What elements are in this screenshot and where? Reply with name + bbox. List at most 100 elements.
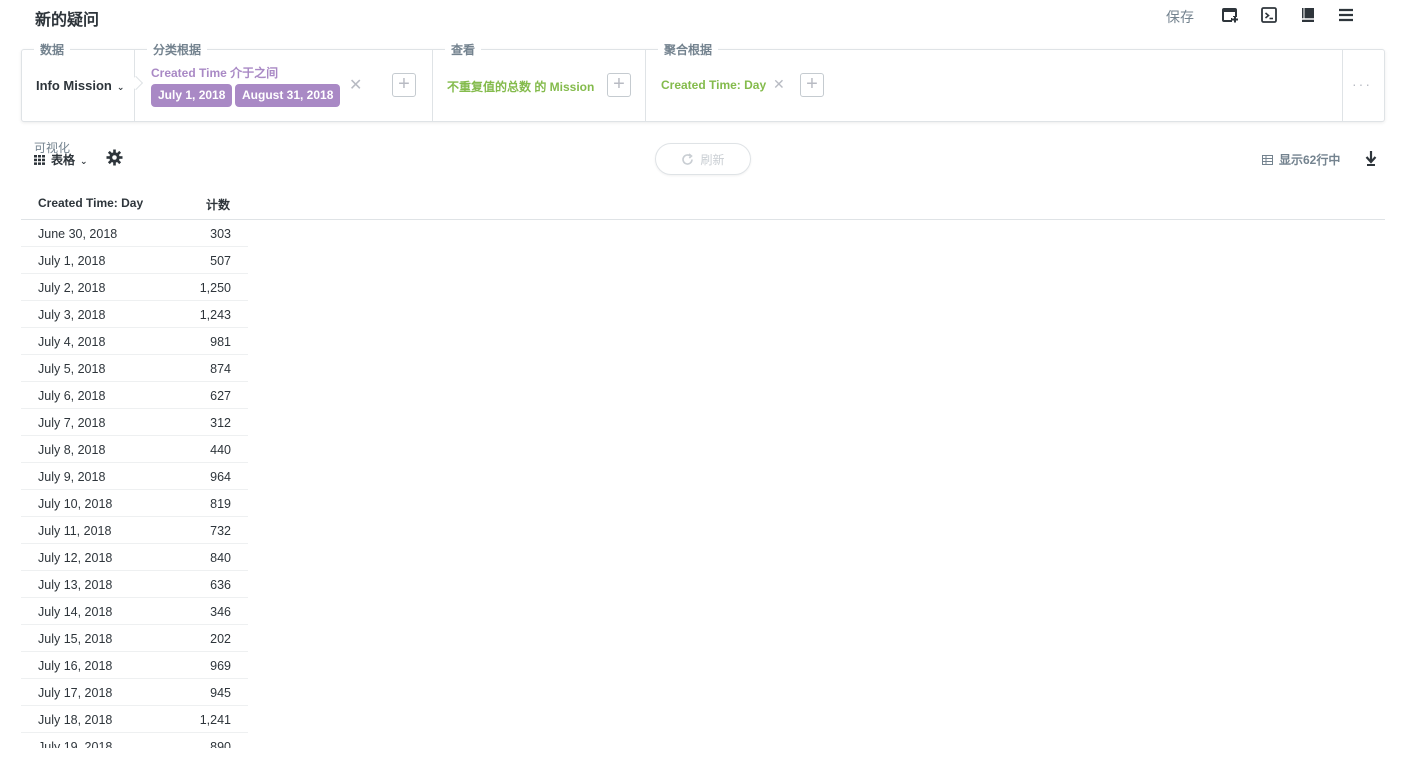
cell-date[interactable]: July 9, 2018 xyxy=(38,470,105,484)
table-row: July 18, 2018 1,241 xyxy=(21,706,248,733)
save-button[interactable]: 保存 xyxy=(1166,7,1194,27)
cell-count: 1,243 xyxy=(199,308,231,322)
cell-count: 312 xyxy=(210,416,231,430)
cell-count: 202 xyxy=(210,632,231,646)
visualization-picker[interactable]: 表格 ⌄ xyxy=(34,151,88,168)
chevron-down-icon: ⌄ xyxy=(80,156,88,166)
cell-count: 346 xyxy=(210,605,231,619)
group-section: 聚合根据 Created Time: Day ✕ + xyxy=(646,41,1343,121)
refresh-button[interactable]: 刷新 xyxy=(655,143,751,175)
cell-count: 819 xyxy=(210,497,231,511)
query-header: 新的疑问 保存 xyxy=(0,0,1402,34)
cell-count: 303 xyxy=(210,227,231,241)
table-row: July 19, 2018 890 xyxy=(21,733,248,748)
table-row: July 17, 2018 945 xyxy=(21,679,248,706)
cell-date[interactable]: July 7, 2018 xyxy=(38,416,105,430)
cell-date[interactable]: July 13, 2018 xyxy=(38,578,112,592)
cell-count: 874 xyxy=(210,362,231,376)
filter-section-label: 分类根据 xyxy=(147,41,208,58)
filter-start-date-pill[interactable]: July 1, 2018 xyxy=(151,84,233,107)
results-table: Created Time: Day 计数 June 30, 2018 303 Jul… xyxy=(21,186,1385,748)
sql-editor-icon[interactable] xyxy=(1260,6,1278,24)
table-row: July 2, 2018 1,250 xyxy=(21,274,248,301)
visualization-type: 表格 xyxy=(51,153,76,167)
table-grid-icon xyxy=(34,155,45,165)
chevron-down-icon: ⌄ xyxy=(116,82,125,92)
add-breakout-button[interactable]: + xyxy=(800,73,824,97)
cell-date[interactable]: July 15, 2018 xyxy=(38,632,112,646)
cell-date[interactable]: July 14, 2018 xyxy=(38,605,112,619)
menu-icon[interactable] xyxy=(1337,6,1355,24)
filter-section: 分类根据 Created Time 介于之间 July 1, 2018 Augu… xyxy=(135,41,433,121)
cell-date[interactable]: July 16, 2018 xyxy=(38,659,112,673)
remove-breakout-icon[interactable]: ✕ xyxy=(773,76,785,93)
column-header-created-time[interactable]: Created Time: Day xyxy=(38,196,143,210)
cell-date[interactable]: July 10, 2018 xyxy=(38,497,112,511)
table-row: July 15, 2018 202 xyxy=(21,625,248,652)
table-header: Created Time: Day 计数 xyxy=(21,186,1385,220)
data-section: 数据 Info Mission ⌄ xyxy=(22,41,135,121)
cell-date[interactable]: July 18, 2018 xyxy=(38,713,112,727)
refresh-label: 刷新 xyxy=(700,152,725,167)
data-source-name: Info Mission xyxy=(36,78,112,93)
table-row: July 8, 2018 440 xyxy=(21,436,248,463)
cell-date[interactable]: July 4, 2018 xyxy=(38,335,105,349)
cell-date[interactable]: July 19, 2018 xyxy=(38,740,112,748)
cell-date[interactable]: July 5, 2018 xyxy=(38,362,105,376)
cell-count: 440 xyxy=(210,443,231,457)
cell-count: 890 xyxy=(210,740,231,748)
cell-date[interactable]: July 11, 2018 xyxy=(38,524,111,538)
cell-date[interactable]: June 30, 2018 xyxy=(38,227,117,241)
filter-end-date-pill[interactable]: August 31, 2018 xyxy=(235,84,341,107)
cell-count: 1,241 xyxy=(199,713,231,727)
table-row: July 7, 2018 312 xyxy=(21,409,248,436)
cell-count: 945 xyxy=(210,686,231,700)
column-header-count[interactable]: 计数 xyxy=(206,196,230,213)
filter-title[interactable]: Created Time 介于之间 xyxy=(151,64,278,81)
table-row: July 12, 2018 840 xyxy=(21,544,248,571)
cell-date[interactable]: July 1, 2018 xyxy=(38,254,105,268)
view-section: 查看 不重复值的总数 的 Mission + xyxy=(433,41,646,121)
cell-date[interactable]: July 17, 2018 xyxy=(38,686,112,700)
remove-filter-icon[interactable]: ✕ xyxy=(349,75,362,95)
breakout-field[interactable]: Created Time: Day xyxy=(661,78,766,92)
download-icon[interactable] xyxy=(1364,150,1378,166)
table-row: July 5, 2018 874 xyxy=(21,355,248,382)
data-source-picker[interactable]: Info Mission ⌄ xyxy=(36,78,124,93)
cell-date[interactable]: July 3, 2018 xyxy=(38,308,105,322)
table-body: June 30, 2018 303 July 1, 2018 507 July 2, 2… xyxy=(21,220,248,748)
cell-count: 732 xyxy=(210,524,231,538)
table-row: July 3, 2018 1,243 xyxy=(21,301,248,328)
cell-count: 1,250 xyxy=(199,281,231,295)
table-row: June 30, 2018 303 xyxy=(21,220,248,247)
add-metric-button[interactable]: + xyxy=(607,73,631,97)
cell-count: 981 xyxy=(210,335,231,349)
query-builder: 数据 Info Mission ⌄ 分类根据 Created Time 介于之间 … xyxy=(21,41,1385,122)
gear-icon[interactable] xyxy=(106,149,123,166)
table-row: July 14, 2018 346 xyxy=(21,598,248,625)
notebook-icon[interactable] xyxy=(1299,6,1317,24)
group-section-label: 聚合根据 xyxy=(658,41,719,58)
cell-count: 964 xyxy=(210,470,231,484)
add-filter-button[interactable]: + xyxy=(392,73,416,97)
refresh-icon xyxy=(682,152,694,165)
table-row: July 13, 2018 636 xyxy=(21,571,248,598)
cell-count: 507 xyxy=(210,254,231,268)
table-row: July 16, 2018 969 xyxy=(21,652,248,679)
metric-aggregation[interactable]: 不重复值的总数 的 Mission xyxy=(447,78,594,95)
table-rows-icon xyxy=(1262,155,1273,165)
page-title: 新的疑问 xyxy=(35,12,100,29)
view-section-label: 查看 xyxy=(445,41,482,58)
cell-count: 840 xyxy=(210,551,231,565)
cell-date[interactable]: July 2, 2018 xyxy=(38,281,105,295)
table-row: July 4, 2018 981 xyxy=(21,328,248,355)
add-to-dashboard-icon[interactable] xyxy=(1221,6,1239,24)
cell-count: 636 xyxy=(210,578,231,592)
table-row: July 11, 2018 732 xyxy=(21,517,248,544)
data-section-label: 数据 xyxy=(34,41,71,58)
cell-date[interactable]: July 8, 2018 xyxy=(38,443,105,457)
cell-date[interactable]: July 12, 2018 xyxy=(38,551,112,565)
table-row: July 1, 2018 507 xyxy=(21,247,248,274)
more-options-icon[interactable]: ··· xyxy=(1352,76,1372,92)
cell-date[interactable]: July 6, 2018 xyxy=(38,389,105,403)
